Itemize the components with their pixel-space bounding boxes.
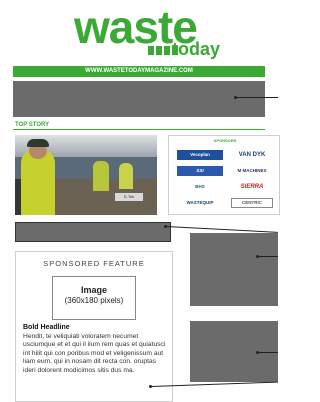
- annotation-leader-line: [258, 256, 278, 257]
- sponsors-title: SPONSORS: [213, 138, 237, 143]
- annotation-dot: [256, 351, 259, 354]
- annotation-leader-line: [258, 352, 278, 353]
- left-banner-ad[interactable]: [15, 222, 171, 242]
- section-divider: [13, 129, 265, 130]
- top-story-heading: TOP STORY: [15, 122, 50, 128]
- sponsor-logo-centric[interactable]: CENTRIC: [231, 198, 273, 208]
- annotation-leader-line: [236, 97, 278, 98]
- annotation-dot: [149, 385, 152, 388]
- right-ad-box-1[interactable]: [190, 233, 278, 306]
- sponsor-logo-sierra[interactable]: SIERRA: [229, 182, 275, 192]
- image-placeholder-size: (360x180 pixels): [64, 296, 124, 305]
- sponsor-logo-vecoplan[interactable]: Vecoplan: [177, 150, 223, 160]
- annotation-leader-line: [165, 226, 278, 233]
- sponsor-logo-bhs[interactable]: BHS: [177, 182, 223, 192]
- photo-sign: E-Tek: [115, 193, 143, 201]
- sponsored-feature-card[interactable]: SPONSORED FEATURE Image (360x180 pixels)…: [15, 251, 173, 402]
- waste-today-logo[interactable]: waste today: [74, 1, 220, 62]
- sponsor-logo-machinex[interactable]: M MACHINEX: [229, 165, 275, 177]
- sponsored-feature-title: SPONSORED FEATURE: [43, 259, 145, 268]
- sponsor-logo-van-dyk[interactable]: VAN DYK: [229, 150, 275, 160]
- logo-word-today: today: [172, 39, 221, 59]
- feature-body-text: Hendit, te veliquiati voloratem necumet …: [23, 333, 166, 374]
- annotation-dot: [164, 225, 167, 228]
- annotation-dot: [256, 255, 259, 258]
- feature-headline[interactable]: Bold Headline: [23, 324, 70, 331]
- image-placeholder: Image (360x180 pixels): [52, 276, 136, 320]
- top-story-photo[interactable]: E-Tek: [15, 135, 157, 215]
- image-placeholder-label: Image: [80, 285, 107, 295]
- sponsor-logo-wastequip[interactable]: WASTEQUIP: [177, 198, 223, 208]
- sponsor-logo-ssi[interactable]: SSI: [177, 166, 223, 176]
- site-url-bar[interactable]: WWW.WASTETODAYMAGAZINE.COM: [13, 66, 265, 77]
- annotation-dot: [234, 96, 237, 99]
- sponsors-panel: SPONSORS Vecoplan VAN DYK SSI M MACHINEX…: [168, 135, 280, 215]
- top-banner-ad[interactable]: [13, 81, 265, 117]
